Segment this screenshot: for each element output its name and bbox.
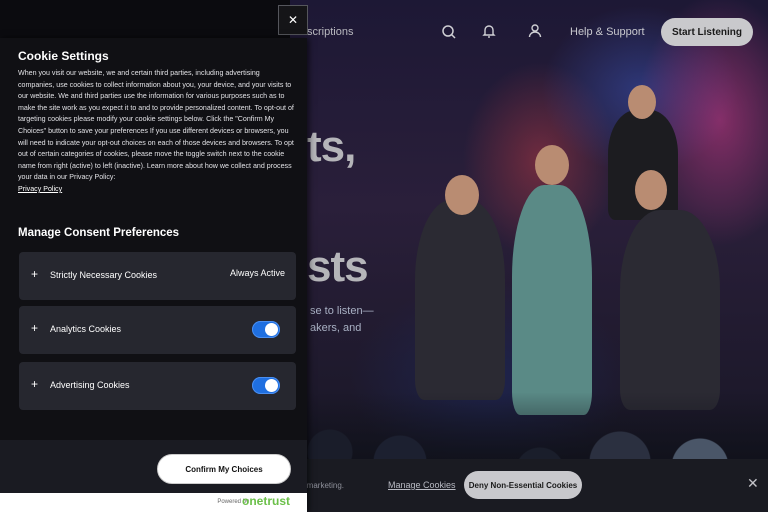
- band-member-guitarist-left: [415, 200, 505, 400]
- pref-advertising[interactable]: + Advertising Cookies: [19, 362, 296, 410]
- manage-consent-heading: Manage Consent Preferences: [18, 227, 180, 239]
- user-icon[interactable]: [527, 23, 543, 39]
- modal-description: When you visit our website, we and certa…: [18, 68, 296, 196]
- hero-heading-line2: sts: [307, 242, 369, 291]
- bell-icon[interactable]: [481, 23, 497, 39]
- powered-by-bar: Powered by onetrust: [0, 493, 307, 512]
- always-active-label: Always Active: [229, 268, 285, 278]
- pref-analytics[interactable]: + Analytics Cookies: [19, 306, 296, 354]
- band-member-head: [535, 145, 569, 185]
- pref-label: Advertising Cookies: [50, 380, 130, 390]
- band-member-singer: [512, 185, 592, 415]
- toggle-knob: [265, 323, 278, 336]
- close-modal-button[interactable]: ✕: [278, 5, 308, 35]
- band-member-guitarist-right: [620, 210, 720, 410]
- band-member-head: [635, 170, 667, 210]
- privacy-policy-link[interactable]: Privacy Policy: [18, 184, 296, 196]
- expand-icon[interactable]: +: [31, 267, 38, 281]
- expand-icon[interactable]: +: [31, 321, 38, 335]
- hero-subtext-line2: akers, and: [310, 322, 362, 334]
- pref-strictly-necessary[interactable]: + Strictly Necessary Cookies Always Acti…: [19, 252, 296, 300]
- search-icon[interactable]: [441, 24, 457, 40]
- start-listening-button[interactable]: Start Listening: [661, 18, 753, 46]
- analytics-toggle[interactable]: [252, 321, 280, 338]
- modal-title: Cookie Settings: [18, 49, 109, 63]
- manage-cookies-link[interactable]: Manage Cookies: [388, 480, 456, 490]
- onetrust-logo[interactable]: onetrust: [242, 494, 290, 508]
- description-text: When you visit our website, we and certa…: [18, 69, 294, 182]
- hero-subtext-line1: se to listen—: [310, 305, 374, 317]
- close-icon: ✕: [287, 13, 299, 27]
- band-member-head: [628, 85, 656, 119]
- modal-footer: Confirm My Choices Powered by onetrust: [0, 440, 307, 512]
- expand-icon[interactable]: +: [31, 377, 38, 391]
- advertising-toggle[interactable]: [252, 377, 280, 394]
- toggle-knob: [265, 379, 278, 392]
- confirm-choices-button[interactable]: Confirm My Choices: [157, 454, 291, 484]
- band-member-head: [445, 175, 479, 215]
- help-support-link[interactable]: Help & Support: [570, 26, 645, 38]
- banner-close-icon[interactable]: ✕: [747, 475, 759, 492]
- pref-label: Analytics Cookies: [50, 324, 122, 334]
- deny-non-essential-button[interactable]: Deny Non-Essential Cookies: [464, 471, 582, 499]
- nav-link-subscriptions[interactable]: scriptions: [307, 26, 353, 38]
- hero-heading-line1: ts,: [307, 122, 356, 171]
- pref-label: Strictly Necessary Cookies: [50, 270, 158, 280]
- cookie-settings-modal: Cookie Settings When you visit our websi…: [0, 38, 307, 512]
